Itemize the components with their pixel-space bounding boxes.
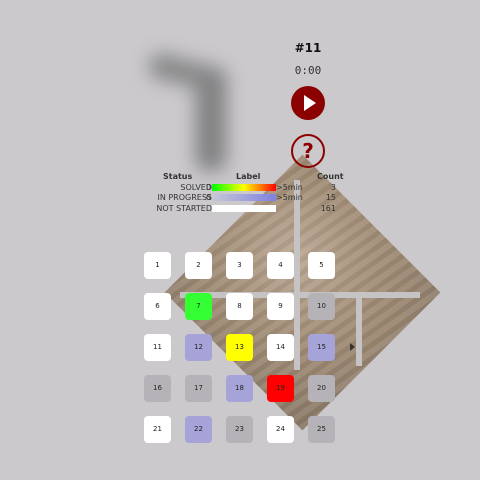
legend-gradient-in-progress (212, 194, 276, 201)
puzzle-tile-11[interactable]: 11 (144, 334, 171, 361)
puzzle-tile-12[interactable]: 12 (185, 334, 212, 361)
puzzle-tile-10[interactable]: 10 (308, 293, 335, 320)
puzzle-tile-8[interactable]: 8 (226, 293, 253, 320)
help-button[interactable]: ? (291, 134, 325, 168)
puzzle-tile-24[interactable]: 24 (267, 416, 294, 443)
puzzle-tile-17[interactable]: 17 (185, 375, 212, 402)
puzzle-tile-18[interactable]: 18 (226, 375, 253, 402)
legend-high-label: >5min (276, 183, 303, 192)
puzzle-tile-14[interactable]: 14 (267, 334, 294, 361)
puzzle-tile-3[interactable]: 3 (226, 252, 253, 279)
puzzle-tile-13[interactable]: 13 (226, 334, 253, 361)
play-icon (304, 95, 316, 111)
puzzle-tile-15[interactable]: 15 (308, 334, 335, 361)
question-icon: ? (302, 139, 314, 163)
puzzle-tile-6[interactable]: 6 (144, 293, 171, 320)
timer: 0:00 (294, 64, 322, 77)
legend: Status Label Count SOLVED 0 >5min 3 IN P… (120, 172, 360, 216)
legend-count-not-started: 161 (320, 204, 336, 213)
puzzle-tile-19[interactable]: 19 (267, 375, 294, 402)
legend-status-not-started: NOT STARTED (156, 204, 212, 213)
legend-status-header: Status (163, 172, 193, 181)
blurred-preview-image (140, 50, 250, 180)
legend-count-solved: 3 (330, 183, 336, 192)
legend-low-label: 0 (206, 193, 212, 202)
puzzle-tile-5[interactable]: 5 (308, 252, 335, 279)
legend-count-header: Count (317, 172, 344, 181)
puzzle-tile-20[interactable]: 20 (308, 375, 335, 402)
puzzle-tile-23[interactable]: 23 (226, 416, 253, 443)
puzzle-tile-16[interactable]: 16 (144, 375, 171, 402)
legend-low-label: 0 (206, 183, 212, 192)
puzzle-tile-4[interactable]: 4 (267, 252, 294, 279)
legend-label-header: Label (236, 172, 261, 181)
legend-count-in-progress: 15 (325, 193, 336, 202)
legend-status-in-progress: IN PROGRESS (157, 193, 212, 202)
puzzle-tile-2[interactable]: 2 (185, 252, 212, 279)
puzzle-tile-9[interactable]: 9 (267, 293, 294, 320)
game-stage: #11 0:00 ? Status Label Count SOLVED 0 >… (0, 0, 480, 480)
puzzle-tile-1[interactable]: 1 (144, 252, 171, 279)
board-divider (180, 292, 420, 298)
puzzle-tile-25[interactable]: 25 (308, 416, 335, 443)
puzzle-tile-7[interactable]: 7 (185, 293, 212, 320)
puzzle-tile-22[interactable]: 22 (185, 416, 212, 443)
legend-gradient-solved (212, 184, 276, 191)
arrow-right-icon[interactable] (350, 343, 355, 351)
board-divider (356, 296, 362, 366)
puzzle-number: #11 (294, 41, 322, 55)
puzzle-tile-21[interactable]: 21 (144, 416, 171, 443)
legend-swatch-not-started (212, 205, 276, 212)
legend-high-label: >5min (276, 193, 303, 202)
play-button[interactable] (291, 86, 325, 120)
